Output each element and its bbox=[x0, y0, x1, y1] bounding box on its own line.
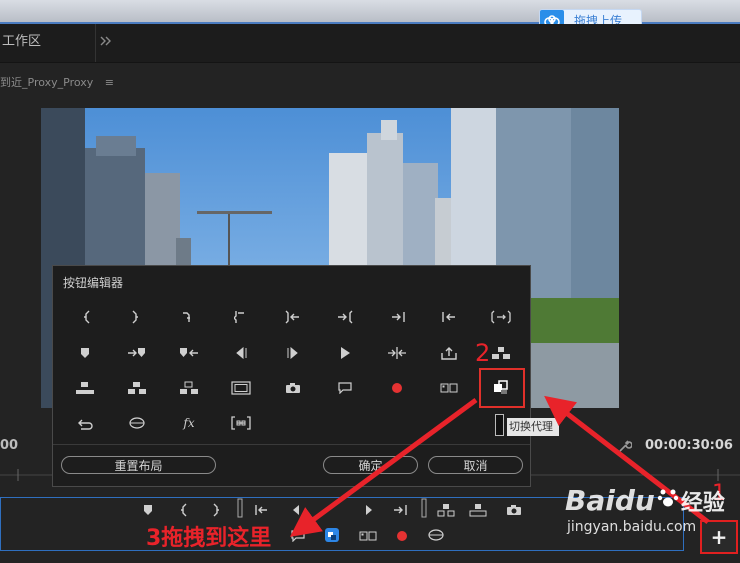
baidu-watermark: Baidu 经验 jingyan.baidu.com bbox=[565, 484, 725, 535]
watermark-brand: Baidu bbox=[565, 484, 655, 517]
watermark-suffix: 经验 bbox=[680, 491, 725, 516]
paw-icon bbox=[657, 487, 679, 513]
annotation-arrows bbox=[289, 395, 710, 537]
watermark-url: jingyan.baidu.com bbox=[567, 519, 697, 535]
